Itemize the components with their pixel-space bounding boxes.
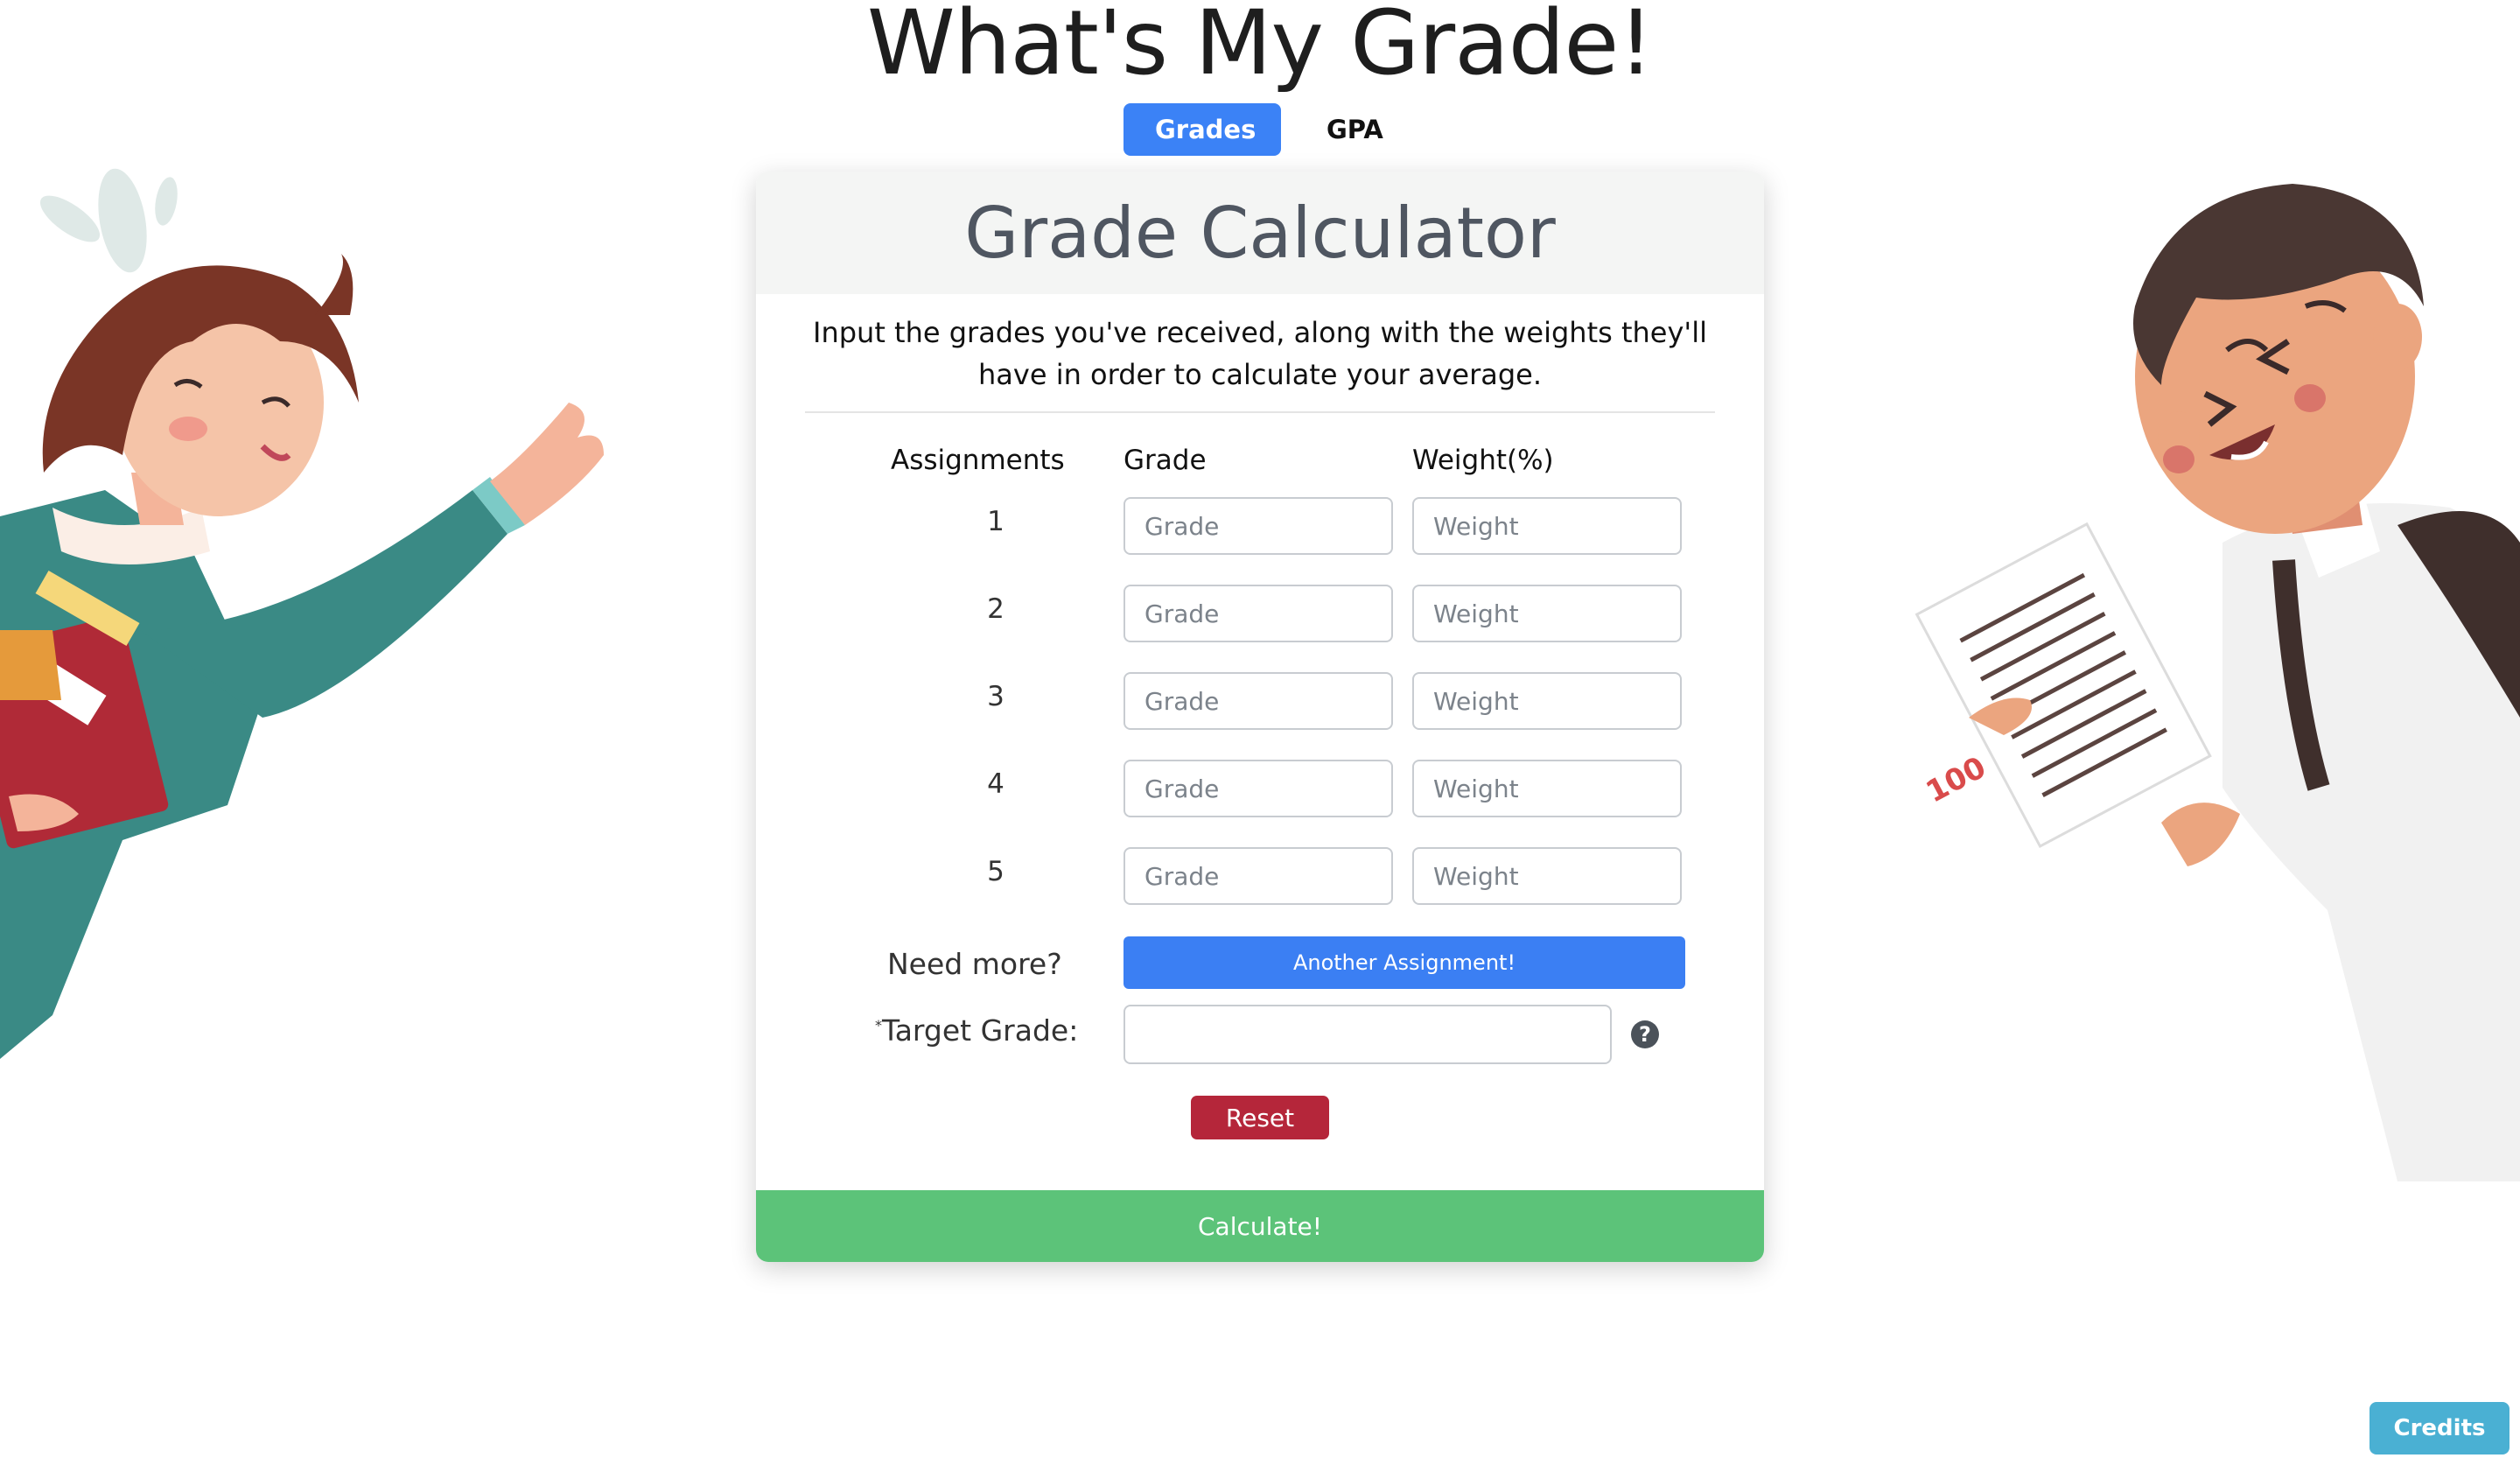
need-more-label: Need more? — [887, 947, 1062, 981]
credits-button[interactable]: Credits — [2370, 1402, 2510, 1454]
weight-input-2[interactable] — [1412, 585, 1682, 642]
test-score-text: 100 — [1921, 750, 1992, 810]
grade-input-4[interactable] — [1124, 760, 1393, 817]
calculate-button[interactable]: Calculate! — [756, 1190, 1764, 1262]
assignment-number: 4 — [987, 768, 1004, 800]
reset-button[interactable]: Reset — [1191, 1096, 1329, 1139]
weight-input-1[interactable] — [1412, 497, 1682, 555]
assignment-number: 2 — [987, 593, 1004, 625]
column-header-grade: Grade — [1124, 445, 1207, 476]
target-grade-input[interactable] — [1124, 1005, 1612, 1064]
assignment-number: 1 — [987, 506, 1004, 537]
card-header: Grade Calculator — [756, 172, 1764, 294]
site-title: What's My Grade! — [866, 0, 1654, 95]
tab-gpa[interactable]: GPA — [1295, 103, 1415, 156]
weight-input-3[interactable] — [1412, 672, 1682, 730]
weight-input-5[interactable] — [1412, 847, 1682, 905]
student-boy-illustration: 100 — [1914, 184, 2520, 1181]
grade-calculator-card: Grade Calculator Input the grades you've… — [756, 172, 1764, 1262]
grade-input-5[interactable] — [1124, 847, 1393, 905]
column-header-assignments: Assignments — [891, 445, 1065, 476]
grade-input-2[interactable] — [1124, 585, 1393, 642]
student-girl-illustration — [0, 168, 604, 1059]
required-asterisk: * — [875, 1017, 882, 1034]
card-title: Grade Calculator — [964, 192, 1556, 274]
nav-pills: Grades GPA — [1124, 103, 1415, 156]
question-circle-icon[interactable]: ? — [1631, 1020, 1659, 1048]
intro-text: Input the grades you've received, along … — [805, 312, 1715, 413]
assignment-number: 5 — [987, 856, 1004, 887]
grade-input-1[interactable] — [1124, 497, 1393, 555]
target-grade-label: *Target Grade: — [875, 1013, 1078, 1048]
weight-input-4[interactable] — [1412, 760, 1682, 817]
target-grade-text: Target Grade: — [882, 1013, 1079, 1048]
grade-input-3[interactable] — [1124, 672, 1393, 730]
add-assignment-button[interactable]: Another Assignment! — [1124, 936, 1685, 989]
column-header-weight: Weight(%) — [1412, 445, 1554, 476]
assignment-number: 3 — [987, 681, 1004, 712]
tab-grades[interactable]: Grades — [1124, 103, 1281, 156]
